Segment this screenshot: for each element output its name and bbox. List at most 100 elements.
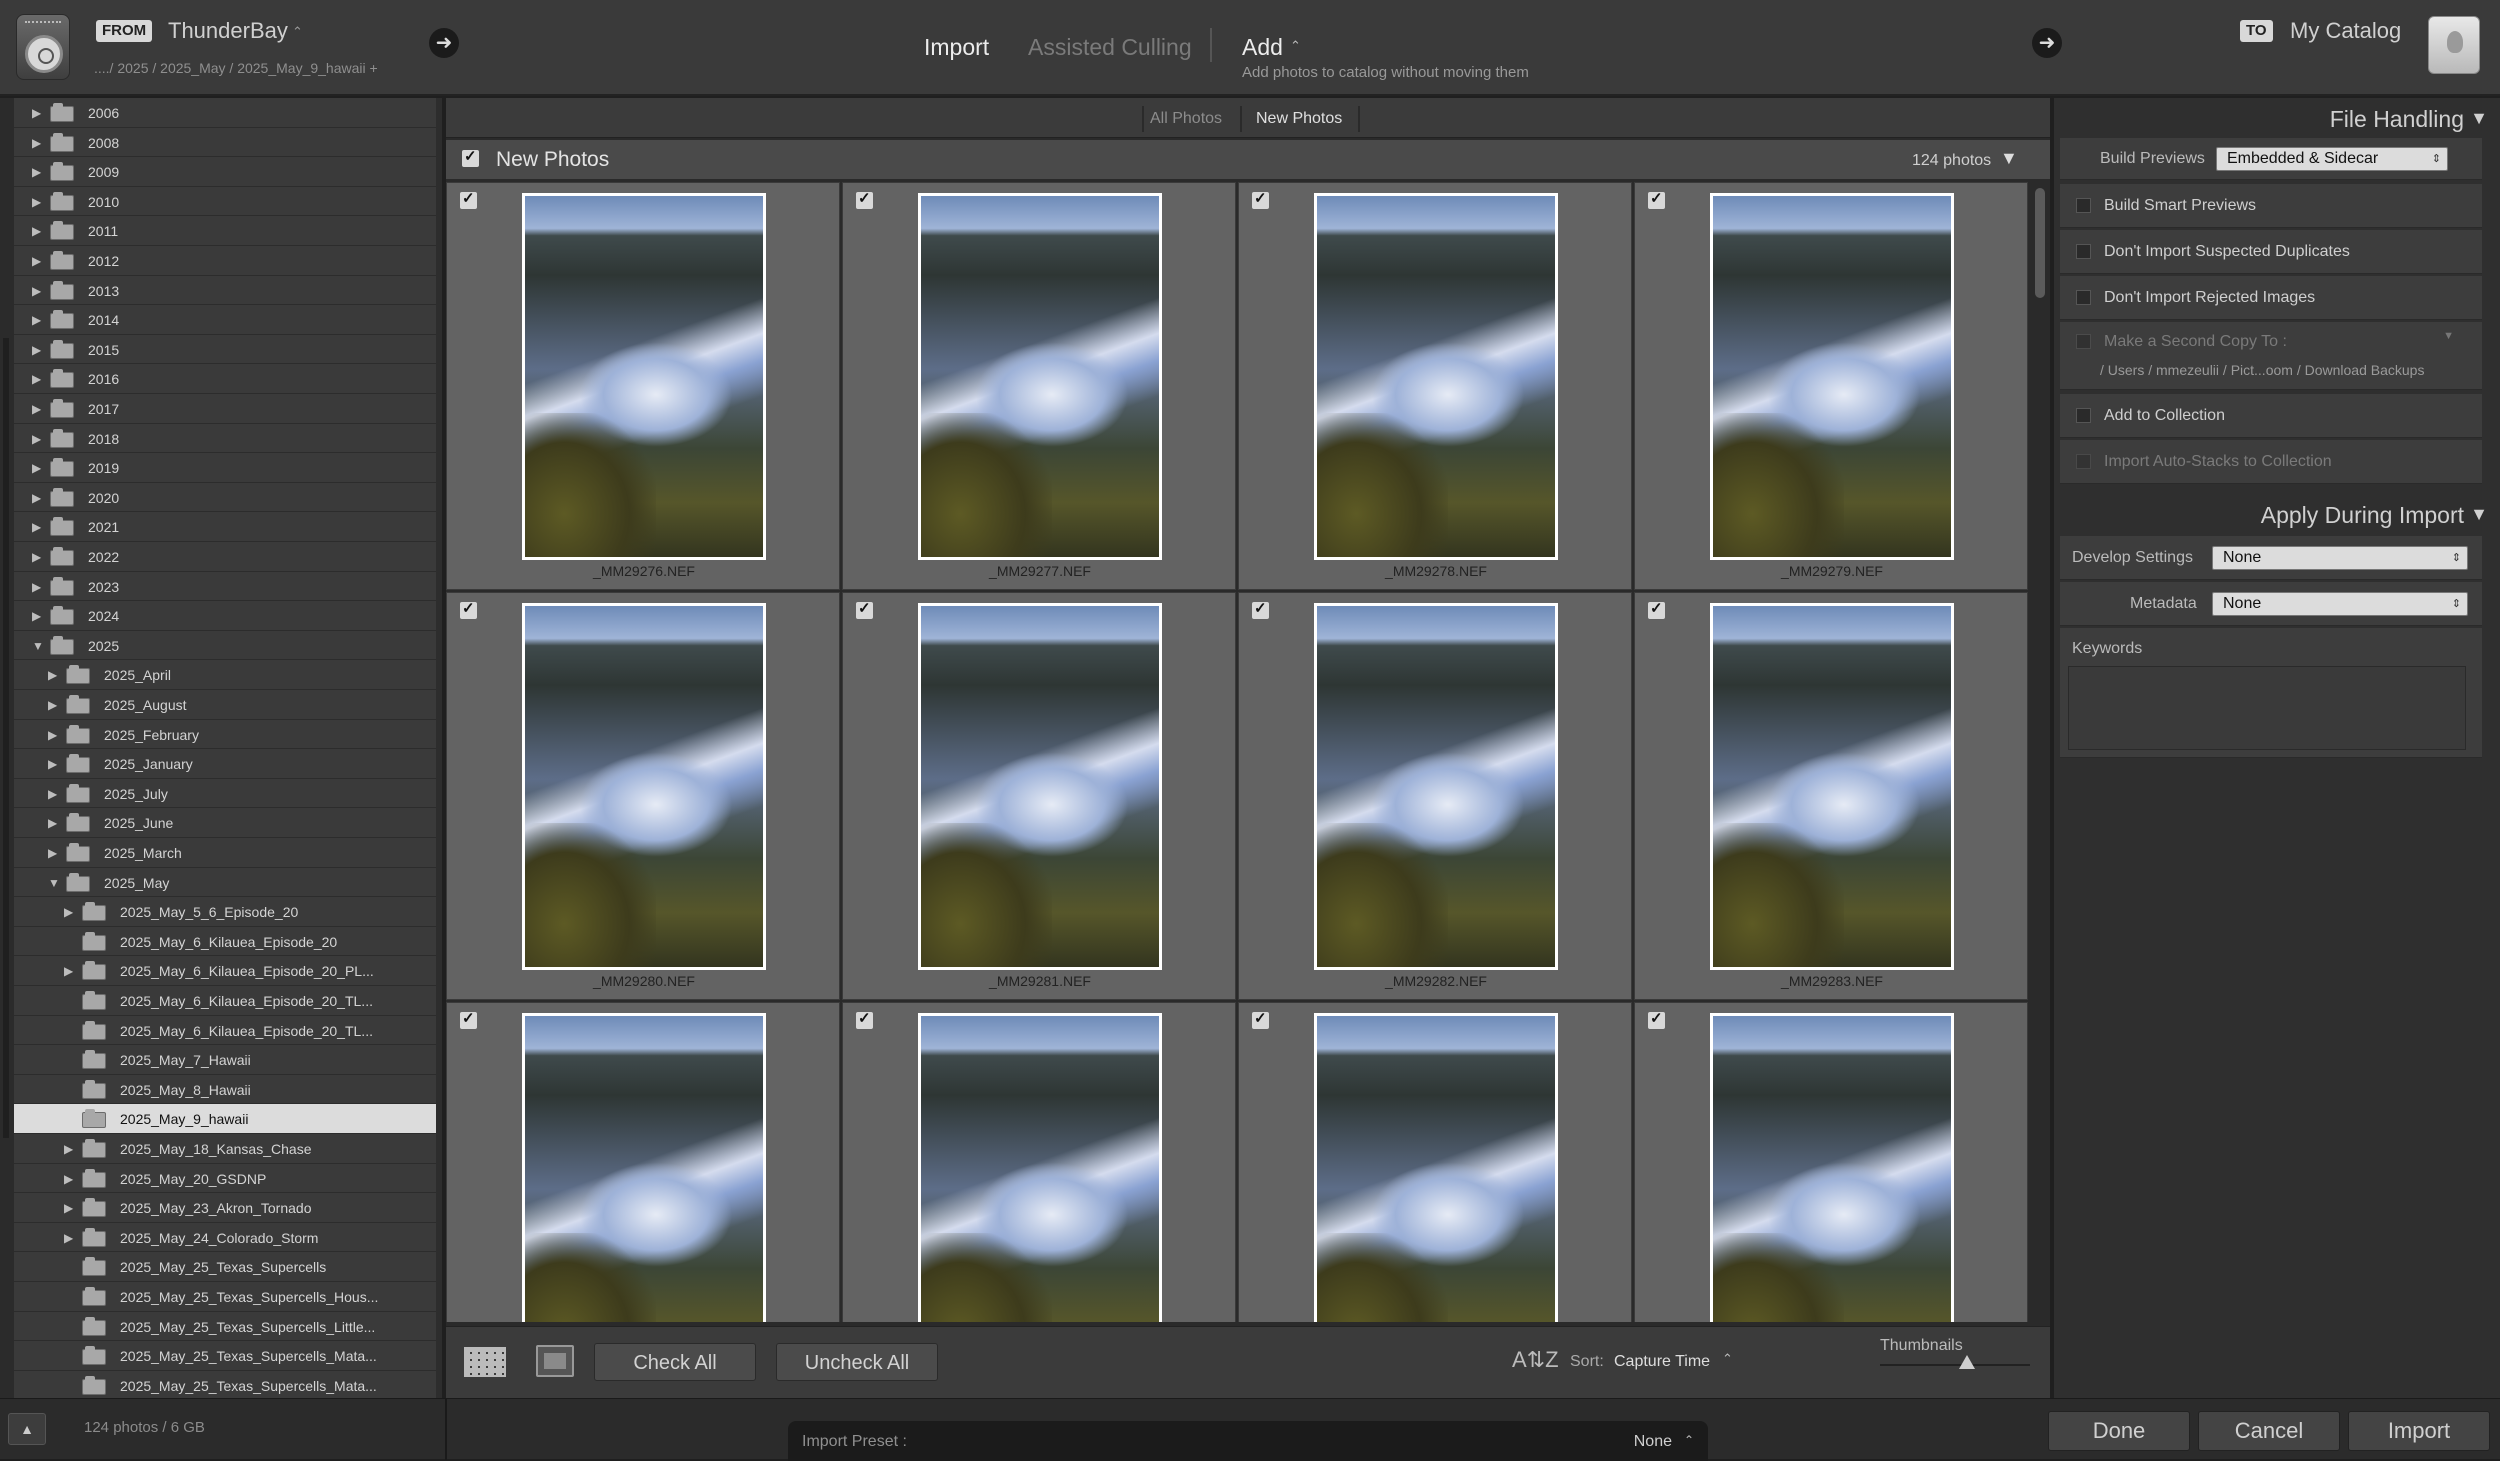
grid-header-collapse-icon[interactable]: ▼	[2000, 148, 2018, 169]
develop-settings-select[interactable]: None ⇕	[2212, 546, 2468, 570]
folder-row[interactable]: 2025_May_7_Hawaii	[14, 1045, 438, 1075]
disclosure-collapsed-icon[interactable]: ▶	[32, 284, 41, 298]
left-scrollbar[interactable]	[436, 98, 442, 1398]
build-smart-previews-row[interactable]: Build Smart Previews	[2060, 184, 2482, 228]
folder-row[interactable]: ▶ 2025_May_24_Colorado_Storm	[14, 1223, 438, 1253]
folder-row[interactable]: ▶ 2012	[14, 246, 438, 276]
folder-row[interactable]: ▶ 2015	[14, 335, 438, 365]
source-dropdown-icon[interactable]: ⌃	[292, 24, 303, 40]
disclosure-collapsed-icon[interactable]: ▶	[32, 106, 41, 120]
disclosure-collapsed-icon[interactable]: ▶	[48, 816, 57, 830]
grid-view-icon[interactable]	[464, 1347, 506, 1377]
folder-row[interactable]: 2025_May_25_Texas_Supercells_Hous...	[14, 1282, 438, 1312]
folder-row[interactable]: ▶ 2025_May_5_6_Episode_20	[14, 897, 438, 927]
folder-row[interactable]: ▶ 2025_July	[14, 779, 438, 809]
folder-row[interactable]: ▶ 2019	[14, 453, 438, 483]
add-to-collection-row[interactable]: Add to Collection	[2060, 394, 2482, 438]
folder-row[interactable]: 2025_May_25_Texas_Supercells_Mata...	[14, 1371, 438, 1398]
disclosure-collapsed-icon[interactable]: ▶	[32, 402, 41, 416]
photo-cell[interactable]: _MM29279.NEF	[1634, 182, 2028, 590]
auto-stacks-row[interactable]: Import Auto-Stacks to Collection	[2060, 440, 2482, 484]
select-all-checkbox[interactable]	[462, 147, 479, 167]
photo-thumbnail[interactable]	[918, 193, 1162, 560]
expand-panel-icon[interactable]: ▲	[8, 1413, 46, 1445]
folder-row[interactable]: ▶ 2017	[14, 394, 438, 424]
folder-row[interactable]: ▶ 2021	[14, 512, 438, 542]
destination-arrow-icon[interactable]: ➜	[2032, 28, 2062, 58]
thumbnail-size-knob[interactable]	[1959, 1355, 1975, 1369]
mode-assisted-culling[interactable]: Assisted Culling	[1028, 34, 1192, 61]
disclosure-collapsed-icon[interactable]: ▶	[32, 136, 41, 150]
folder-row[interactable]: 2025_May_25_Texas_Supercells_Little...	[14, 1312, 438, 1342]
folder-row[interactable]: ▶ 2018	[14, 424, 438, 454]
folder-row[interactable]: ▶ 2016	[14, 364, 438, 394]
no-duplicates-row[interactable]: Don't Import Suspected Duplicates	[2060, 230, 2482, 274]
folder-row[interactable]: 2025_May_9_hawaii	[14, 1104, 438, 1134]
folder-row[interactable]: ▶ 2025_May_23_Akron_Tornado	[14, 1193, 438, 1223]
photo-cell[interactable]: _MM29277.NEF	[842, 182, 1236, 590]
photo-cell[interactable]	[842, 1002, 1236, 1322]
keywords-input[interactable]	[2068, 666, 2466, 750]
mode-import[interactable]: Import	[924, 34, 989, 61]
disclosure-collapsed-icon[interactable]: ▶	[32, 195, 41, 209]
file-handling-title[interactable]: File Handling	[2330, 106, 2464, 133]
disclosure-collapsed-icon[interactable]: ▶	[48, 757, 57, 771]
grid-scrollbar[interactable]	[2030, 182, 2050, 1322]
folder-row[interactable]: ▶ 2022	[14, 542, 438, 572]
photo-thumbnail[interactable]	[918, 603, 1162, 970]
disclosure-collapsed-icon[interactable]: ▶	[32, 372, 41, 386]
second-copy-path[interactable]: / Users / mmezeulii / Pict...oom / Downl…	[2100, 362, 2424, 378]
apply-during-import-collapse-icon[interactable]: ▼	[2470, 504, 2488, 525]
photo-cell[interactable]: _MM29280.NEF	[446, 592, 840, 1000]
disclosure-collapsed-icon[interactable]: ▶	[32, 550, 41, 564]
photo-thumbnail[interactable]	[1710, 193, 1954, 560]
add-dropdown-icon[interactable]: ⌃	[1290, 38, 1301, 54]
disclosure-collapsed-icon[interactable]: ▶	[32, 224, 41, 238]
photo-checkbox[interactable]	[1648, 599, 1665, 619]
second-copy-checkbox[interactable]	[2076, 334, 2091, 349]
photo-cell[interactable]: _MM29283.NEF	[1634, 592, 2028, 1000]
folder-row[interactable]: ▶ 2025_February	[14, 720, 438, 750]
file-handling-collapse-icon[interactable]: ▼	[2470, 108, 2488, 129]
folder-row[interactable]: ▶ 2011	[14, 216, 438, 246]
photo-checkbox[interactable]	[460, 189, 477, 209]
photo-thumbnail[interactable]	[1314, 1013, 1558, 1322]
photo-checkbox[interactable]	[460, 599, 477, 619]
disclosure-collapsed-icon[interactable]: ▶	[48, 787, 57, 801]
photo-cell[interactable]	[1634, 1002, 2028, 1322]
thumbnail-size-slider[interactable]	[1880, 1364, 2030, 1366]
folder-row[interactable]: ▶ 2025_August	[14, 690, 438, 720]
disclosure-collapsed-icon[interactable]: ▶	[48, 846, 57, 860]
disclosure-collapsed-icon[interactable]: ▶	[48, 698, 57, 712]
disclosure-collapsed-icon[interactable]: ▶	[48, 668, 57, 682]
photo-thumbnail[interactable]	[1314, 603, 1558, 970]
photo-cell[interactable]: _MM29281.NEF	[842, 592, 1236, 1000]
import-button[interactable]: Import	[2348, 1411, 2490, 1451]
photo-checkbox[interactable]	[460, 1009, 477, 1029]
source-arrow-icon[interactable]: ➜	[429, 28, 459, 58]
second-copy-row[interactable]: Make a Second Copy To : ▼ / Users / mmez…	[2060, 322, 2482, 390]
disclosure-collapsed-icon[interactable]: ▶	[32, 520, 41, 534]
build-previews-select[interactable]: Embedded & Sidecar ⇕	[2216, 147, 2448, 171]
check-all-button[interactable]: Check All	[594, 1343, 756, 1381]
disclosure-collapsed-icon[interactable]: ▶	[32, 491, 41, 505]
folder-row[interactable]: ▶ 2025_June	[14, 808, 438, 838]
photo-checkbox[interactable]	[856, 599, 873, 619]
disclosure-collapsed-icon[interactable]: ▶	[64, 1142, 73, 1156]
disclosure-collapsed-icon[interactable]: ▶	[64, 964, 73, 978]
sort-value[interactable]: Capture Time	[1614, 1353, 1710, 1371]
import-preset-bar[interactable]: Import Preset : None ⌃	[788, 1421, 1708, 1461]
disclosure-collapsed-icon[interactable]: ▶	[64, 1201, 73, 1215]
disclosure-collapsed-icon[interactable]: ▶	[32, 313, 41, 327]
folder-row[interactable]: ▶ 2025_March	[14, 838, 438, 868]
photo-checkbox[interactable]	[856, 189, 873, 209]
disclosure-collapsed-icon[interactable]: ▶	[32, 609, 41, 623]
disclosure-collapsed-icon[interactable]: ▶	[64, 905, 73, 919]
folder-row[interactable]: ▶ 2013	[14, 276, 438, 306]
tab-new-photos[interactable]: New Photos	[1256, 107, 1342, 131]
photo-thumbnail[interactable]	[522, 1013, 766, 1322]
folder-row[interactable]: ▼ 2025	[14, 631, 438, 661]
folder-row[interactable]: ▶ 2025_May_20_GSDNP	[14, 1164, 438, 1194]
metadata-select[interactable]: None ⇕	[2212, 592, 2468, 616]
folder-row[interactable]: 2025_May_6_Kilauea_Episode_20_TL...	[14, 986, 438, 1016]
